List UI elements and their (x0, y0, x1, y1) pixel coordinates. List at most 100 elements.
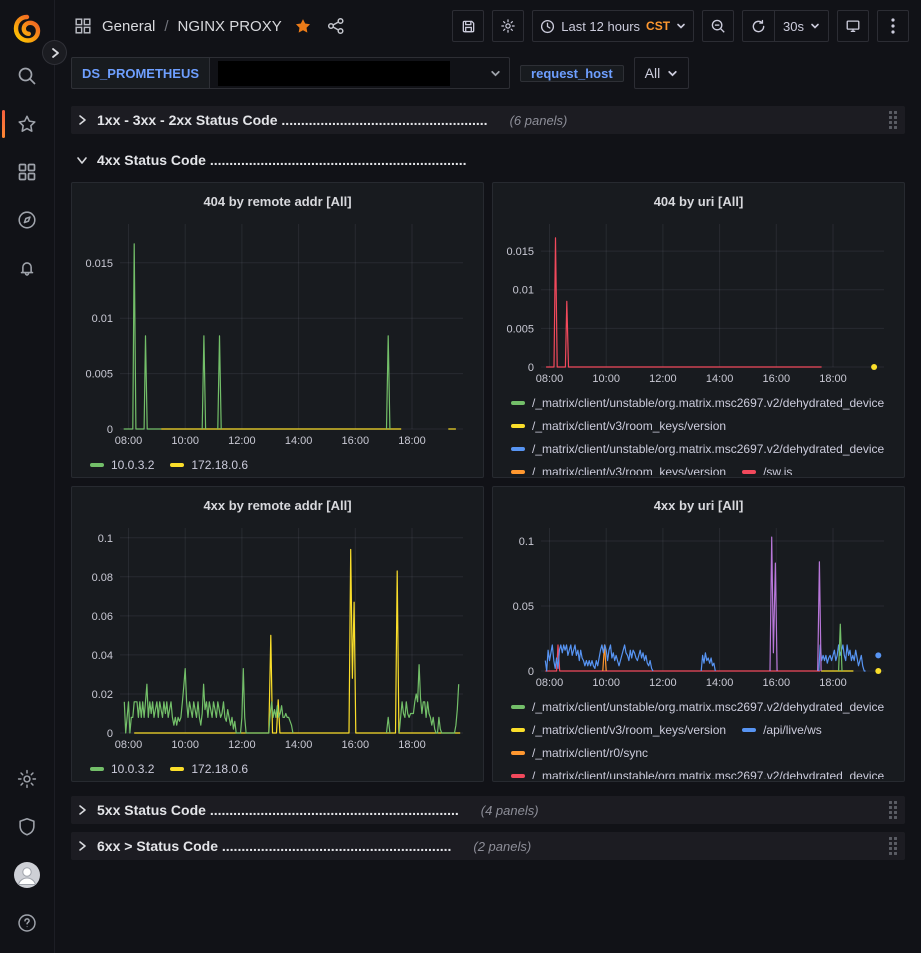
expand-sidebar-button[interactable] (42, 40, 67, 65)
sidebar-item-help[interactable] (0, 899, 55, 947)
legend-label: /sw.js (763, 465, 792, 476)
svg-text:16:00: 16:00 (342, 435, 370, 447)
legend-item[interactable]: 10.0.3.2 (90, 762, 154, 776)
chevron-down-icon (490, 68, 501, 79)
svg-text:0.1: 0.1 (519, 536, 534, 548)
chevron-down-icon (667, 68, 678, 79)
svg-text:0.015: 0.015 (85, 258, 113, 270)
drag-handle-icon[interactable] (889, 801, 897, 819)
legend-swatch (170, 463, 184, 467)
variable-ds-prometheus: DS_PROMETHEUS (71, 57, 510, 89)
legend-item[interactable]: 10.0.3.2 (90, 458, 154, 472)
dashboard-settings-button[interactable] (492, 10, 524, 42)
more-options-button[interactable] (877, 10, 909, 42)
row-title-dots: ........................................… (281, 112, 487, 128)
refresh-dashboard-button[interactable] (743, 11, 774, 41)
zoom-out-time-button[interactable] (702, 10, 734, 42)
save-dashboard-button[interactable] (452, 10, 484, 42)
legend-item[interactable]: 172.18.0.6 (170, 458, 248, 472)
top-nav: General / NGINX PROXY (55, 0, 921, 52)
timeseries-chart[interactable]: 00.020.040.060.080.108:0010:0012:0014:00… (80, 518, 475, 755)
svg-text:0.04: 0.04 (92, 650, 113, 662)
timeseries-chart[interactable]: 00.050.108:0010:0012:0014:0016:0018:00 (501, 518, 896, 693)
svg-text:18:00: 18:00 (819, 373, 847, 385)
row-title-dots: ........................................… (210, 152, 467, 168)
legend-label: /_matrix/client/v3/room_keys/version (532, 419, 726, 433)
legend-item[interactable]: /_matrix/client/unstable/org.matrix.msc2… (511, 442, 884, 456)
row-6xx-status-code[interactable]: 6xx > Status Code ......................… (71, 832, 905, 860)
legend-item[interactable]: /_matrix/client/v3/room_keys/version (511, 419, 726, 433)
legend-item[interactable]: /sw.js (742, 465, 792, 476)
legend-item[interactable]: /_matrix/client/unstable/org.matrix.msc2… (511, 396, 884, 410)
legend-label: 10.0.3.2 (111, 762, 154, 776)
legend-item[interactable]: /_matrix/client/r0/sync (511, 746, 648, 760)
user-silhouette-icon (14, 862, 40, 888)
panel-title[interactable]: 404 by uri [All] (501, 188, 896, 214)
breadcrumb-separator: / (164, 18, 168, 35)
legend-item[interactable]: /api/live/ws (742, 723, 822, 737)
cycle-view-mode-button[interactable] (837, 10, 869, 42)
sidebar-item-server-admin[interactable] (0, 803, 55, 851)
sidebar-item-alerting[interactable] (0, 244, 55, 292)
clock-icon (540, 19, 555, 34)
panel-title[interactable]: 404 by remote addr [All] (80, 188, 475, 214)
row-5xx-status-code[interactable]: 5xx Status Code ........................… (71, 796, 905, 824)
drag-handle-icon[interactable] (889, 111, 897, 129)
drag-handle-icon[interactable] (889, 837, 897, 855)
legend-swatch (742, 728, 756, 732)
svg-text:12:00: 12:00 (228, 435, 256, 447)
sidebar-item-configuration[interactable] (0, 755, 55, 803)
shield-icon (16, 816, 38, 838)
kebab-menu-icon (891, 18, 895, 34)
refresh-interval-picker[interactable]: 30s (774, 11, 828, 41)
panel-404-by-uri: 404 by uri [All] 00.0050.010.01508:0010:… (492, 182, 905, 478)
svg-text:10:00: 10:00 (592, 373, 620, 385)
sidebar-item-profile[interactable] (0, 851, 55, 899)
breadcrumb-section[interactable]: General (102, 18, 155, 35)
variable-label-request-host: request_host (520, 65, 624, 82)
legend-swatch (511, 705, 525, 709)
sidebar (0, 0, 55, 953)
share-icon[interactable] (324, 14, 348, 38)
chevron-right-icon (49, 47, 61, 59)
row-1xx-3xx-2xx-status-code[interactable]: 1xx - 3xx - 2xx Status Code ............… (71, 106, 905, 134)
chart-legend: 10.0.3.2 172.18.0.6 (80, 451, 475, 476)
row-panel-count: (2 panels) (473, 839, 531, 854)
panel-title[interactable]: 4xx by remote addr [All] (80, 492, 475, 518)
legend-label: /_matrix/client/unstable/org.matrix.msc2… (532, 442, 884, 456)
row-panel-count: (6 panels) (510, 113, 568, 128)
chevron-down-icon (75, 153, 89, 167)
variable-value-ds-prometheus[interactable] (210, 57, 510, 89)
legend-item[interactable]: /_matrix/client/v3/room_keys/version (511, 723, 726, 737)
svg-text:08:00: 08:00 (115, 739, 143, 751)
favorite-star-icon[interactable] (291, 14, 315, 38)
row-4xx-status-code[interactable]: 4xx Status Code ........................… (71, 146, 905, 174)
svg-text:08:00: 08:00 (536, 373, 564, 385)
variable-value-request-host[interactable]: All (634, 57, 690, 89)
dashboard-submenu: DS_PROMETHEUS request_host All (55, 52, 921, 98)
svg-text:0.08: 0.08 (92, 572, 113, 584)
legend-item[interactable]: /_matrix/client/v3/room_keys/version (511, 465, 726, 476)
legend-swatch (511, 751, 525, 755)
panel-title[interactable]: 4xx by uri [All] (501, 492, 896, 518)
sidebar-item-explore[interactable] (0, 196, 55, 244)
legend-item[interactable]: /_matrix/client/unstable/org.matrix.msc2… (511, 700, 884, 714)
row-panel-count: (4 panels) (481, 803, 539, 818)
timeseries-chart[interactable]: 00.0050.010.01508:0010:0012:0014:0016:00… (80, 214, 475, 451)
sidebar-item-starred[interactable] (0, 100, 55, 148)
legend-item[interactable]: 172.18.0.6 (170, 762, 248, 776)
breadcrumb-title[interactable]: NGINX PROXY (178, 18, 282, 35)
svg-text:10:00: 10:00 (171, 435, 199, 447)
legend-label: /_matrix/client/unstable/org.matrix.msc2… (532, 396, 884, 410)
time-range-label: Last 12 hours (561, 19, 640, 34)
svg-text:08:00: 08:00 (115, 435, 143, 447)
svg-text:12:00: 12:00 (649, 373, 677, 385)
legend-item[interactable]: /_matrix/client/unstable/org.matrix.msc2… (511, 769, 884, 780)
dashboard-canvas: 1xx - 3xx - 2xx Status Code ............… (55, 98, 921, 860)
row-title: 6xx > Status Code (97, 838, 218, 854)
sidebar-item-dashboards[interactable] (0, 148, 55, 196)
time-range-picker[interactable]: Last 12 hours CST (532, 10, 694, 42)
apps-icon (16, 161, 38, 183)
timeseries-chart[interactable]: 00.0050.010.01508:0010:0012:0014:0016:00… (501, 214, 896, 389)
legend-swatch (170, 767, 184, 771)
